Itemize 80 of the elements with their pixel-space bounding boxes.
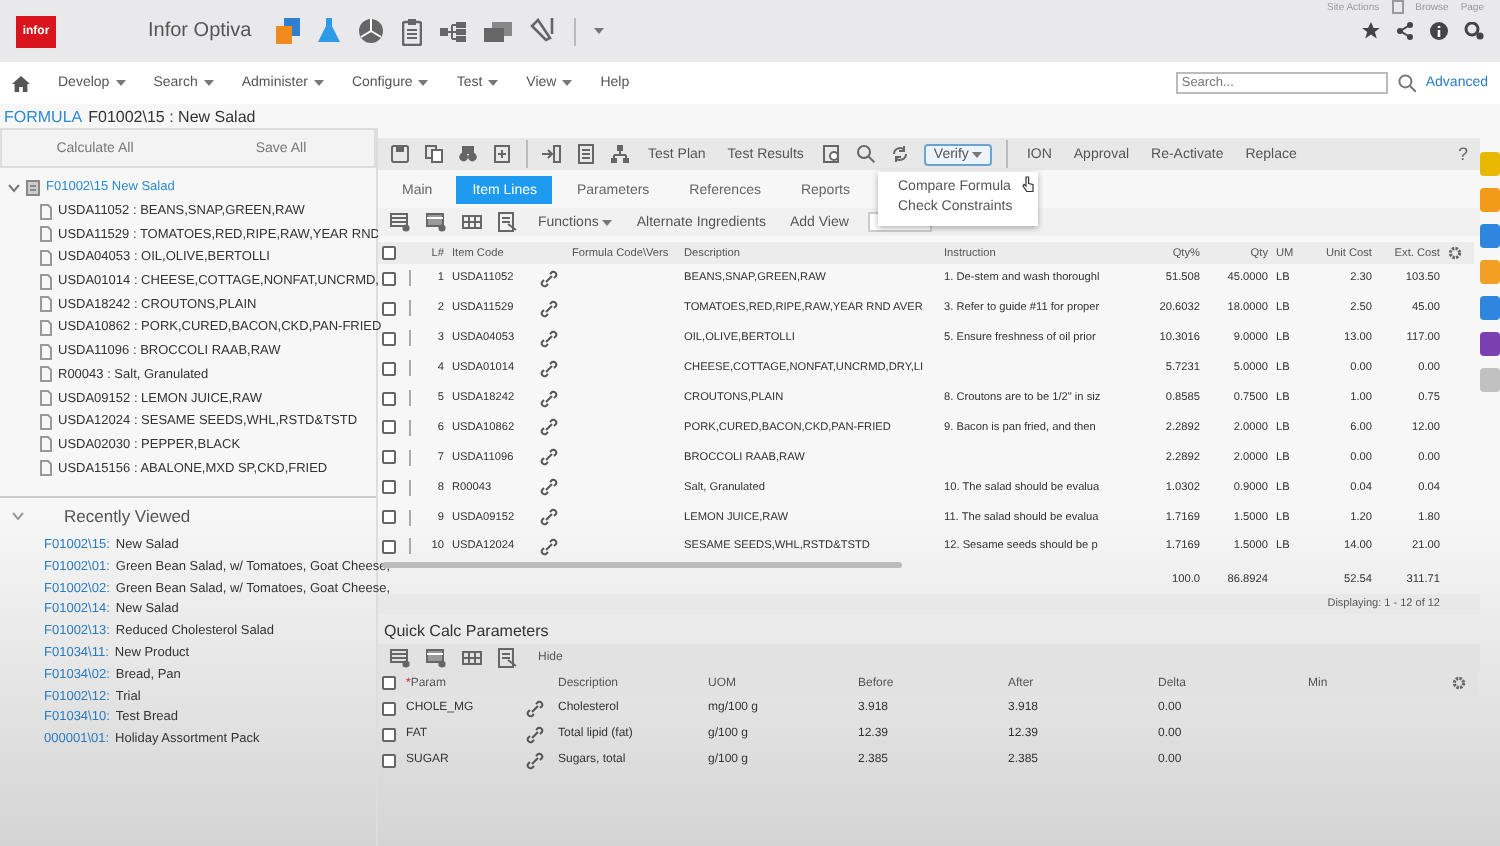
checkbox[interactable] (382, 420, 396, 435)
pie-chart-icon[interactable] (357, 18, 384, 44)
checkbox[interactable] (382, 450, 396, 465)
stacked-squares-icon[interactable] (275, 18, 300, 44)
link-icon (540, 448, 558, 467)
link-icon (540, 537, 558, 556)
refresh-icon[interactable] (889, 144, 910, 164)
link-icon (540, 389, 558, 407)
app-tile-icon[interactable] (1480, 296, 1500, 320)
cards-icon[interactable] (483, 21, 512, 41)
checkbox[interactable] (382, 510, 396, 525)
caret-icon (593, 28, 604, 34)
insert-icon[interactable] (542, 144, 562, 164)
copy-icon[interactable] (424, 144, 444, 164)
checkbox[interactable] (382, 753, 396, 768)
app-tile-icon[interactable] (1480, 332, 1500, 356)
checkbox[interactable] (382, 301, 396, 316)
home-icon[interactable] (12, 75, 30, 91)
grid-remove-icon[interactable] (426, 647, 446, 668)
grid-remove-icon[interactable] (426, 212, 446, 232)
select-all-checkbox[interactable] (382, 676, 396, 691)
search-icon[interactable] (1397, 74, 1416, 92)
chevron-icon[interactable] (12, 509, 24, 522)
user-settings-icon[interactable] (1464, 22, 1484, 40)
info-icon[interactable] (1430, 22, 1448, 40)
link-icon (540, 329, 558, 348)
link-icon (540, 269, 558, 288)
chevron-icon[interactable] (8, 181, 20, 194)
link-icon (540, 478, 558, 497)
calculator-icon[interactable] (576, 144, 596, 164)
record-title: F01002\15 : New Salad (88, 107, 256, 125)
link-icon (540, 359, 558, 378)
flask-icon[interactable] (317, 18, 340, 44)
checkbox[interactable] (382, 539, 396, 554)
section-title: Quick Calc Parameters (382, 619, 551, 644)
checkbox[interactable] (382, 701, 396, 716)
checkbox[interactable] (382, 331, 396, 346)
save-icon[interactable] (390, 144, 410, 164)
app-title: Infor Optiva (148, 20, 252, 42)
caret-icon (602, 219, 613, 225)
grid-export-icon[interactable] (498, 647, 518, 668)
settings-icon[interactable] (1452, 676, 1466, 691)
binoculars-icon[interactable] (458, 144, 478, 164)
link-icon (526, 699, 544, 718)
clipboard-icon[interactable] (401, 17, 422, 45)
link-icon (526, 751, 544, 770)
search-icon[interactable] (855, 144, 876, 164)
share-icon[interactable] (1396, 22, 1414, 40)
app-tile-icon[interactable] (1480, 152, 1500, 176)
record-type: FORMULA (4, 107, 83, 125)
app-tile-icon[interactable] (1480, 224, 1500, 248)
grid-add-icon[interactable] (390, 212, 410, 232)
add-icon[interactable] (492, 144, 512, 164)
app-tile-icon[interactable] (1480, 368, 1500, 392)
pen-icon[interactable] (529, 18, 556, 44)
checkbox[interactable] (382, 361, 396, 376)
grid-icon[interactable] (462, 647, 482, 668)
grid-export-icon[interactable] (498, 212, 518, 232)
hierarchy-icon[interactable] (439, 21, 466, 41)
report-icon[interactable] (821, 144, 842, 164)
grid-icon[interactable] (462, 212, 482, 232)
grid-add-icon[interactable] (390, 647, 410, 668)
app-tile-icon[interactable] (1480, 260, 1500, 284)
checkbox[interactable] (382, 271, 396, 286)
checkbox[interactable] (382, 480, 396, 495)
checkbox[interactable] (382, 727, 396, 742)
star-icon[interactable] (1362, 22, 1380, 40)
app-tile-icon[interactable] (1480, 188, 1500, 212)
hierarchy-icon[interactable] (610, 144, 630, 164)
link-icon (540, 508, 558, 527)
link-icon (540, 418, 558, 437)
formula-icon (26, 179, 40, 196)
link-icon (540, 299, 558, 318)
link-icon (526, 725, 544, 744)
help-button[interactable]: ? (1457, 144, 1468, 164)
caret-icon (972, 151, 983, 157)
settings-icon[interactable] (1448, 246, 1462, 260)
select-all-checkbox[interactable] (382, 246, 396, 260)
section-title: Recently Viewed (64, 505, 191, 526)
checkbox[interactable] (382, 391, 396, 405)
